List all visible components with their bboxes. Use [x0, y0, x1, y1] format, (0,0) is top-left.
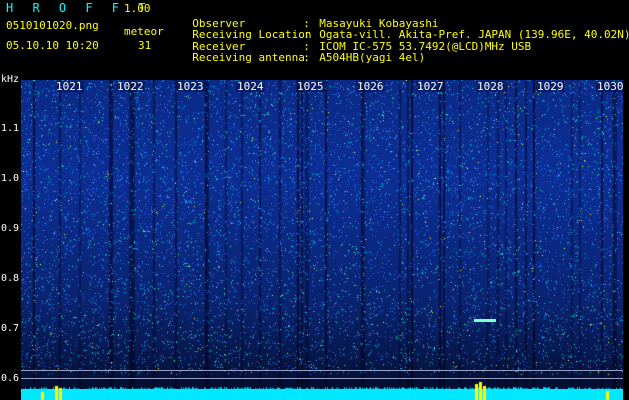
minute-label-1024: 1024 — [236, 80, 265, 93]
minute-label-1021: 1021 — [55, 80, 84, 93]
minute-label-1022: 1022 — [116, 80, 145, 93]
minute-label-1023: 1023 — [176, 80, 205, 93]
baseline-lower — [21, 378, 623, 379]
date-time: 05.10.10 10:20 — [6, 39, 99, 52]
tick-label-1-1: 1.1 — [1, 123, 20, 134]
meteor-trace — [474, 319, 496, 322]
meteor-count: 31 — [138, 39, 152, 52]
spectrogram — [21, 80, 623, 400]
info-separator: : — [303, 51, 310, 64]
info-row-antenna: Receiving antenna: A504HB(yagi 4el) — [179, 40, 425, 64]
minute-label-1025: 1025 — [296, 80, 325, 93]
tick-label-0-7: 0.7 — [1, 323, 20, 334]
file-name: 0510101020.png — [6, 19, 99, 32]
tick-label-0-6: 0.6 — [1, 373, 20, 384]
khz-axis-label: kHz — [1, 74, 20, 85]
app-version: 1.00 — [124, 2, 151, 15]
spectrogram-noise — [21, 80, 623, 400]
minute-label-1027: 1027 — [416, 80, 445, 93]
info-key: Receiving antenna — [192, 51, 305, 64]
tick-label-0-9: 0.9 — [1, 223, 20, 234]
baseline-upper — [21, 370, 623, 371]
minute-label-1029: 1029 — [536, 80, 565, 93]
signal-peaks — [21, 380, 623, 400]
tick-label-0-8: 0.8 — [1, 273, 20, 284]
tick-label-1-0: 1.0 — [1, 173, 20, 184]
info-value: A504HB(yagi 4el) — [319, 51, 426, 64]
minute-label-1030: 1030 — [596, 80, 625, 93]
minute-label-1026: 1026 — [356, 80, 385, 93]
meteor-label: meteor — [124, 25, 164, 38]
minute-label-1028: 1028 — [476, 80, 505, 93]
